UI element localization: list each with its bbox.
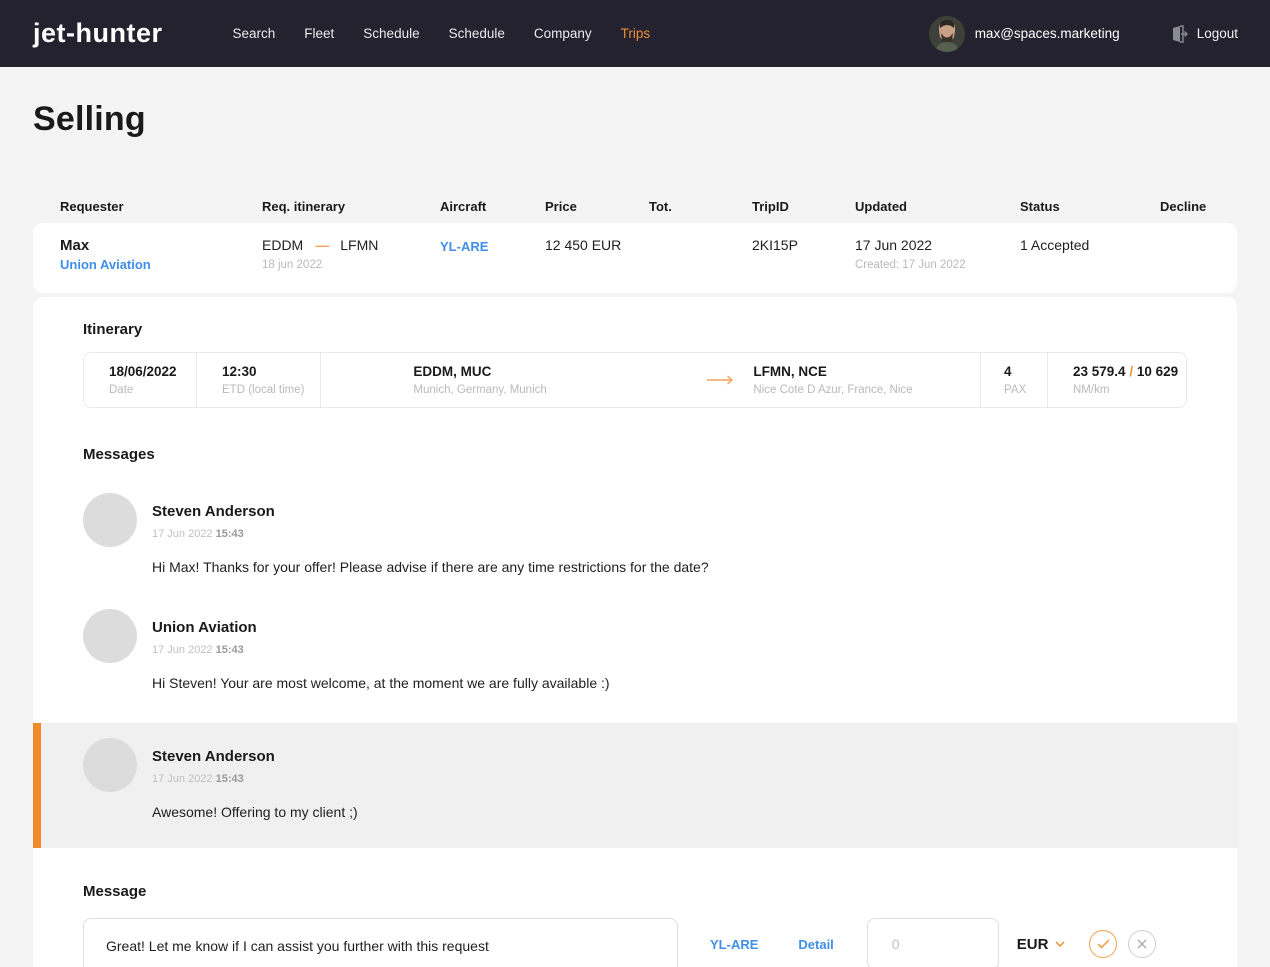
message-avatar — [83, 738, 137, 792]
requests-table-header: Requester Req. itinerary Aircraft Price … — [33, 199, 1237, 214]
user-avatar[interactable] — [929, 16, 965, 52]
app-logo[interactable]: jet-hunter — [33, 18, 163, 49]
route-from: EDDM — [262, 237, 303, 253]
col-price: Price — [545, 199, 649, 214]
user-email: max@spaces.marketing — [975, 26, 1120, 41]
route-date: 18 jun 2022 — [262, 259, 440, 271]
table-row[interactable]: Max Union Aviation EDDM — LFMN 18 jun 20… — [33, 223, 1237, 293]
itinerary-etd: 12:30 — [222, 364, 320, 379]
message-text: Hi Max! Thanks for your offer! Please ad… — [152, 556, 712, 579]
cancel-button[interactable] — [1128, 930, 1156, 958]
itinerary-route-cell: EDDM, MUC Munich, Germany, Munich LFMN, … — [321, 353, 981, 407]
chevron-down-icon — [1055, 941, 1065, 947]
nav-item-trips[interactable]: Trips — [621, 26, 651, 41]
message-timestamp: 17 Jun 2022 15:43 — [152, 528, 275, 540]
cell-requester: Max Union Aviation — [60, 237, 262, 272]
send-confirm-button[interactable] — [1089, 930, 1117, 958]
col-tripid: TripID — [752, 199, 855, 214]
message-avatar — [83, 609, 137, 663]
departure-code: EDDM, MUC — [413, 364, 706, 379]
itinerary-date-cell: 18/06/2022 Date — [84, 353, 197, 407]
currency-dropdown[interactable]: EUR — [1017, 936, 1066, 953]
message-timestamp: 17 Jun 2022 15:43 — [152, 644, 257, 656]
request-detail-panel: Itinerary 18/06/2022 Date 12:30 ETD (loc… — [33, 297, 1237, 967]
itinerary-etd-label: ETD (local time) — [222, 384, 320, 396]
composer: Great! Let me know if I can assist you f… — [83, 918, 1187, 967]
message-text: Hi Steven! Your are most welcome, at the… — [152, 672, 712, 695]
detail-link[interactable]: Detail — [798, 937, 833, 952]
message-timestamp: 17 Jun 2022 15:43 — [152, 773, 275, 785]
itinerary-date-label: Date — [109, 384, 196, 396]
nav-item-company[interactable]: Company — [534, 26, 592, 41]
route-dash: — — [315, 237, 328, 253]
message-item: Union Aviation 17 Jun 2022 15:43 Hi Stev… — [83, 609, 1187, 695]
messages-heading: Messages — [83, 446, 1187, 463]
updated-date: 17 Jun 2022 — [855, 237, 1020, 253]
message-author: Union Aviation — [152, 619, 257, 636]
arrival-code: LFMN, NCE — [753, 364, 912, 379]
message-item-highlighted: Steven Anderson 17 Jun 2022 15:43 Awesom… — [33, 723, 1237, 848]
itinerary-etd-cell: 12:30 ETD (local time) — [197, 353, 321, 407]
status-badge: 1 Accepted — [1020, 237, 1160, 253]
logout-icon — [1168, 24, 1188, 44]
message-author: Steven Anderson — [152, 748, 275, 765]
distance-label: NM/km — [1073, 384, 1186, 396]
col-updated: Updated — [855, 199, 1020, 214]
page-title: Selling — [33, 100, 1237, 139]
col-tot: Tot. — [649, 199, 752, 214]
itinerary-pax-cell: 4 PAX — [981, 353, 1048, 407]
aircraft-link[interactable]: YL-ARE — [440, 239, 545, 254]
cell-tripid: 2KI15P — [752, 237, 855, 253]
departure-desc: Munich, Germany, Munich — [413, 384, 706, 396]
close-icon — [1137, 939, 1147, 949]
amount-input[interactable] — [867, 918, 999, 967]
created-date: Created: 17 Jun 2022 — [855, 259, 1020, 271]
nav-item-schedule-1[interactable]: Schedule — [363, 26, 419, 41]
distance-separator: / — [1129, 364, 1133, 379]
itinerary-date: 18/06/2022 — [109, 364, 196, 379]
top-navbar: jet-hunter Search Fleet Schedule Schedul… — [0, 0, 1270, 67]
itinerary-heading: Itinerary — [83, 321, 1187, 338]
nav-item-schedule-2[interactable]: Schedule — [449, 26, 505, 41]
message-avatar — [83, 493, 137, 547]
logout-label: Logout — [1197, 26, 1238, 41]
nav-item-fleet[interactable]: Fleet — [304, 26, 334, 41]
arrival-desc: Nice Cote D Azur, France, Nice — [753, 384, 912, 396]
composer-heading: Message — [83, 883, 1187, 900]
logout-button[interactable]: Logout — [1168, 24, 1238, 44]
check-icon — [1097, 939, 1110, 949]
nav-item-search[interactable]: Search — [233, 26, 276, 41]
requester-name: Max — [60, 237, 262, 254]
message-text: Awesome! Offering to my client ;) — [152, 801, 712, 824]
itinerary-distance-cell: 23 579.4 / 10 629 NM/km — [1048, 353, 1186, 407]
col-aircraft: Aircraft — [440, 199, 545, 214]
distance-km: 10 629 — [1137, 364, 1178, 379]
requester-company-link[interactable]: Union Aviation — [60, 257, 262, 272]
main-nav: Search Fleet Schedule Schedule Company T… — [233, 26, 651, 41]
cell-req-itinerary: EDDM — LFMN 18 jun 2022 — [262, 237, 440, 271]
distance-nm: 23 579.4 — [1073, 364, 1126, 379]
arrival-block: LFMN, NCE Nice Cote D Azur, France, Nice — [753, 364, 912, 396]
composer-aircraft-link[interactable]: YL-ARE — [710, 937, 758, 952]
route-arrow-icon — [706, 375, 753, 385]
message-author: Steven Anderson — [152, 503, 275, 520]
pax-value: 4 — [1004, 364, 1047, 379]
cell-price: 12 450 EUR — [545, 237, 649, 253]
col-requester: Requester — [60, 199, 262, 214]
itinerary-card: 18/06/2022 Date 12:30 ETD (local time) E… — [83, 352, 1187, 408]
col-decline: Decline — [1160, 199, 1210, 214]
currency-code: EUR — [1017, 936, 1049, 953]
col-req-itinerary: Req. itinerary — [262, 199, 440, 214]
route-to: LFMN — [340, 237, 378, 253]
message-input[interactable]: Great! Let me know if I can assist you f… — [83, 918, 678, 967]
message-item: Steven Anderson 17 Jun 2022 15:43 Hi Max… — [83, 493, 1187, 579]
pax-label: PAX — [1004, 384, 1047, 396]
cell-updated: 17 Jun 2022 Created: 17 Jun 2022 — [855, 237, 1020, 271]
departure-block: EDDM, MUC Munich, Germany, Munich — [413, 364, 706, 396]
col-status: Status — [1020, 199, 1160, 214]
